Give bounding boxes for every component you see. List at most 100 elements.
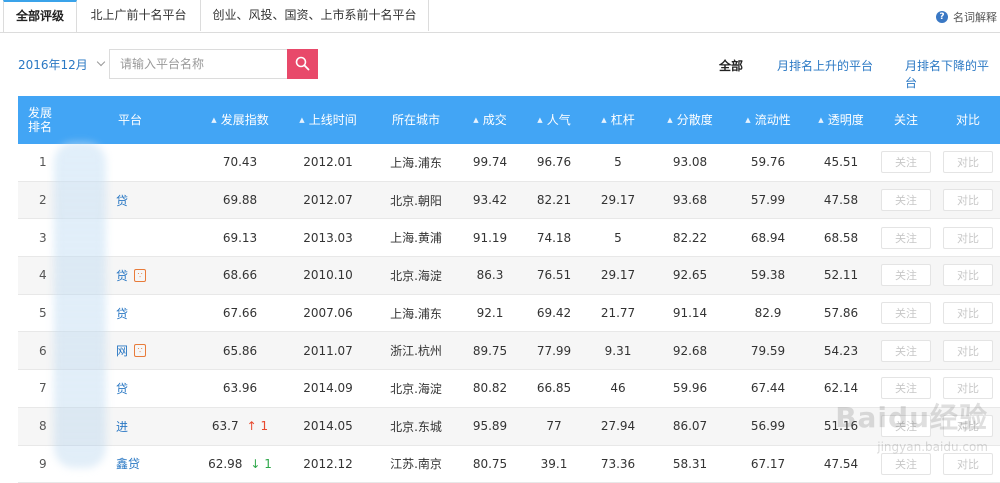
online-cell: 2014.05: [282, 408, 374, 445]
table-row: 5贷67.662007.06上海.浦东92.169.4221.7791.1482…: [18, 295, 1000, 333]
tab-bar: 全部评级 北上广前十名平台 创业、风投、国资、上市系前十名平台 ? 名词解释: [0, 0, 1000, 33]
compare-button[interactable]: 对比: [943, 340, 993, 362]
transparency-cell: 57.86: [806, 295, 876, 332]
watermark: Baidu经验: [835, 396, 988, 436]
col-leverage[interactable]: ▲ 杠杆: [586, 96, 650, 144]
compare-button-cell: 对比: [936, 257, 1000, 294]
online-cell: 2007.06: [282, 295, 374, 332]
leverage-cell: 21.77: [586, 295, 650, 332]
index-cell: 62.98↓ 1: [198, 446, 282, 483]
table-row: 369.132013.03上海.黄浦91.1974.18582.2268.946…: [18, 219, 1000, 257]
city-cell: 北京.朝阳: [374, 182, 458, 219]
month-select[interactable]: 2016年12月: [18, 55, 104, 73]
compare-button[interactable]: 对比: [943, 227, 993, 249]
compare-button[interactable]: 对比: [943, 189, 993, 211]
index-cell: 67.66: [198, 295, 282, 332]
leverage-cell: 46: [586, 370, 650, 407]
compare-button[interactable]: 对比: [943, 302, 993, 324]
dispersion-cell: 59.96: [650, 370, 730, 407]
follow-button-cell: 关注: [876, 257, 936, 294]
follow-button-cell: 关注: [876, 219, 936, 256]
compare-button[interactable]: 对比: [943, 151, 993, 173]
transparency-cell: 47.58: [806, 182, 876, 219]
follow-button[interactable]: 关注: [881, 453, 931, 475]
col-city: 所在城市: [374, 96, 458, 144]
deal-cell: 80.82: [458, 370, 522, 407]
index-cell: 68.66: [198, 257, 282, 294]
col-index[interactable]: ▲ 发展指数: [198, 96, 282, 144]
liquidity-cell: 67.17: [730, 446, 806, 483]
col-follow: 关注: [876, 96, 936, 144]
filter-all[interactable]: 全部: [719, 57, 743, 74]
compare-button-cell: 对比: [936, 144, 1000, 181]
tab-top10-bsg[interactable]: 北上广前十名平台: [77, 0, 201, 31]
sort-icon: ▲: [667, 113, 672, 127]
sort-icon: ▲: [537, 113, 542, 127]
dispersion-cell: 92.68: [650, 332, 730, 369]
follow-button[interactable]: 关注: [881, 151, 931, 173]
glossary-link[interactable]: ? 名词解释: [936, 9, 997, 25]
chevron-down-icon: [97, 58, 105, 66]
online-cell: 2014.09: [282, 370, 374, 407]
online-cell: 2012.01: [282, 144, 374, 181]
city-cell: 北京.海淀: [374, 370, 458, 407]
compare-button[interactable]: 对比: [943, 264, 993, 286]
popularity-cell: 82.21: [522, 182, 586, 219]
dispersion-cell: 86.07: [650, 408, 730, 445]
follow-button-cell: 关注: [876, 295, 936, 332]
glossary-label: 名词解释: [953, 9, 997, 25]
filter-rank-down[interactable]: 月排名下降的平台: [905, 57, 1000, 91]
deal-cell: 99.74: [458, 144, 522, 181]
platform-search-input[interactable]: [109, 49, 287, 79]
index-cell: 69.13: [198, 219, 282, 256]
col-liquidity[interactable]: ▲ 流动性: [730, 96, 806, 144]
search-button[interactable]: [287, 49, 318, 79]
col-deal[interactable]: ▲ 成交: [458, 96, 522, 144]
index-cell: 69.88: [198, 182, 282, 219]
popularity-cell: 76.51: [522, 257, 586, 294]
col-online[interactable]: ▲ 上线时间: [282, 96, 374, 144]
col-popularity[interactable]: ▲ 人气: [522, 96, 586, 144]
dispersion-cell: 93.08: [650, 144, 730, 181]
leverage-cell: 5: [586, 219, 650, 256]
col-rank[interactable]: 发展 排名: [18, 96, 62, 144]
deal-cell: 93.42: [458, 182, 522, 219]
follow-button[interactable]: 关注: [881, 227, 931, 249]
col-transparency[interactable]: ▲ 透明度: [806, 96, 876, 144]
compare-button[interactable]: 对比: [943, 453, 993, 475]
tab-top10-capital[interactable]: 创业、风投、国资、上市系前十名平台: [201, 0, 429, 31]
col-compare: 对比: [936, 96, 1000, 144]
popularity-cell: 39.1: [522, 446, 586, 483]
deal-cell: 95.89: [458, 408, 522, 445]
transparency-cell: 52.11: [806, 257, 876, 294]
liquidity-cell: 56.99: [730, 408, 806, 445]
follow-button[interactable]: 关注: [881, 264, 931, 286]
popularity-cell: 96.76: [522, 144, 586, 181]
dispersion-cell: 82.22: [650, 219, 730, 256]
filter-rank-up[interactable]: 月排名上升的平台: [777, 57, 873, 74]
popularity-cell: 69.42: [522, 295, 586, 332]
online-cell: 2012.12: [282, 446, 374, 483]
table-row: 2贷69.882012.07北京.朝阳93.4282.2129.1793.685…: [18, 182, 1000, 220]
follow-button[interactable]: 关注: [881, 189, 931, 211]
dispersion-cell: 58.31: [650, 446, 730, 483]
deal-cell: 91.19: [458, 219, 522, 256]
follow-button[interactable]: 关注: [881, 340, 931, 362]
sort-icon: ▲: [601, 113, 606, 127]
liquidity-cell: 67.44: [730, 370, 806, 407]
popularity-cell: 74.18: [522, 219, 586, 256]
help-icon: ?: [936, 11, 948, 23]
follow-button[interactable]: 关注: [881, 302, 931, 324]
leverage-cell: 27.94: [586, 408, 650, 445]
index-cell: 70.43: [198, 144, 282, 181]
index-cell: 65.86: [198, 332, 282, 369]
col-dispersion[interactable]: ▲ 分散度: [650, 96, 730, 144]
index-cell: 63.7↑ 1: [198, 408, 282, 445]
transparency-cell: 47.54: [806, 446, 876, 483]
popularity-cell: 66.85: [522, 370, 586, 407]
sort-icon: ▲: [818, 113, 823, 127]
liquidity-cell: 59.76: [730, 144, 806, 181]
tab-all-ratings[interactable]: 全部评级: [3, 0, 77, 32]
popularity-cell: 77: [522, 408, 586, 445]
dispersion-cell: 91.14: [650, 295, 730, 332]
